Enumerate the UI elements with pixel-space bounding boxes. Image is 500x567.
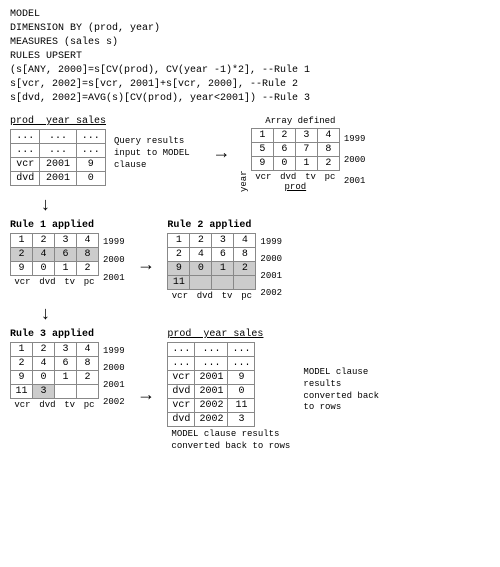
rule2-with-labels: 1234 2468 9012 11 vcrdvdtvpc 1999 2000 2… bbox=[167, 233, 282, 301]
table-row: 5678 bbox=[251, 143, 339, 157]
final-table-note: MODEL clause results converted back to r… bbox=[171, 429, 291, 452]
arrow-down-1: ↓ bbox=[40, 196, 51, 216]
table-row: dvd20023 bbox=[168, 413, 255, 427]
code-line4: RULES UPSERT bbox=[10, 50, 490, 64]
arrow-right-2: → bbox=[141, 256, 152, 276]
arrow-down-2: ↓ bbox=[40, 305, 51, 325]
rule3-col-labels: vcrdvdtvpc bbox=[10, 400, 99, 410]
code-line1: MODEL bbox=[10, 8, 490, 22]
final-table-section: prod year sales ......... ......... vcr2… bbox=[167, 329, 291, 452]
table-row: 9012 bbox=[11, 262, 99, 276]
code-line7: s[dvd, 2002]=AVG(s)[CV(prod), year<2001]… bbox=[10, 92, 490, 106]
rule3-table: 1234 2468 9012 113 bbox=[10, 342, 99, 399]
final-table: ......... ......... vcr20019 dvd20010 vc… bbox=[167, 342, 255, 427]
rule1-grid-container: 1234 2468 9012 vcrdvdtvpc bbox=[10, 233, 99, 287]
row3: Rule 3 applied 1234 2468 9012 113 vcrdvd… bbox=[10, 329, 490, 452]
array-defined-table: 1234 5678 9012 bbox=[251, 128, 340, 171]
main-layout: MODEL DIMENSION BY (prod, year) MEASURES… bbox=[10, 8, 490, 452]
rule1-col-labels: vcrdvdtvpc bbox=[10, 277, 99, 287]
array-grid-container: 1234 5678 9012 vcrdvdtvpc prod bbox=[251, 128, 340, 192]
table-row: 1234 bbox=[11, 343, 99, 357]
array-year-labels: 1999 2000 2001 bbox=[342, 128, 366, 192]
arrow-down-2-container: ↓ bbox=[40, 305, 490, 325]
code-block: MODEL DIMENSION BY (prod, year) MEASURES… bbox=[10, 8, 490, 106]
year-axis-label: year bbox=[239, 128, 249, 192]
table-row: 11 bbox=[168, 276, 256, 290]
table-row: 2468 bbox=[168, 248, 256, 262]
model-clause-note: MODEL clause results converted back to r… bbox=[303, 367, 388, 414]
input-table: ......... ......... vcr20019 dvd20010 bbox=[10, 129, 106, 186]
table-row: dvd20010 bbox=[11, 172, 106, 186]
arrow-down-1-container: ↓ bbox=[40, 196, 490, 216]
array-defined-section: Array defined year 1234 5678 9012 vcrdvd… bbox=[239, 116, 366, 192]
rule3-grid-container: 1234 2468 9012 113 vcrdvdtvpc bbox=[10, 342, 99, 410]
table-row: 1234 bbox=[168, 234, 256, 248]
arrow-right-1: → bbox=[216, 144, 227, 164]
table-row: ......... bbox=[11, 130, 106, 144]
input-section: prod year sales ......... ......... vcr2… bbox=[10, 116, 106, 186]
code-line3: MEASURES (sales s) bbox=[10, 36, 490, 50]
array-defined-label: Array defined bbox=[239, 116, 366, 126]
table-row: 1234 bbox=[251, 129, 339, 143]
array-with-labels: year 1234 5678 9012 vcrdvdtvpc prod 1999… bbox=[239, 128, 366, 192]
array-col-labels: vcrdvdtvpc bbox=[251, 172, 340, 182]
rule1-label: Rule 1 applied bbox=[10, 220, 125, 231]
table-row: 1234 bbox=[11, 234, 99, 248]
rule2-table: 1234 2468 9012 11 bbox=[167, 233, 256, 290]
table-row: ......... bbox=[168, 343, 255, 357]
code-line2: DIMENSION BY (prod, year) bbox=[10, 22, 490, 36]
table-row: dvd20010 bbox=[168, 385, 255, 399]
rule2-grid-container: 1234 2468 9012 11 vcrdvdtvpc bbox=[167, 233, 256, 301]
input-table-header: prod year sales bbox=[10, 116, 106, 127]
table-row: ......... bbox=[168, 357, 255, 371]
arrow-right-3: → bbox=[141, 386, 152, 406]
table-row: 9012 bbox=[168, 262, 256, 276]
rule2-col-labels: vcrdvdtvpc bbox=[167, 291, 256, 301]
table-row: vcr20019 bbox=[11, 158, 106, 172]
query-note: Query results input to MODEL clause bbox=[114, 136, 204, 171]
table-row: 2468 bbox=[11, 357, 99, 371]
rule1-year-labels: 1999 2000 2001 bbox=[101, 233, 125, 287]
table-row: vcr20019 bbox=[168, 371, 255, 385]
rule2-section: Rule 2 applied 1234 2468 9012 11 vcrdvdt… bbox=[167, 220, 282, 301]
rule2-label: Rule 2 applied bbox=[167, 220, 282, 231]
rule2-year-labels: 1999 2000 2001 2002 bbox=[258, 233, 282, 301]
code-line6: s[vcr, 2002]=s[vcr, 2001]+s[vcr, 2000], … bbox=[10, 78, 490, 92]
row1: prod year sales ......... ......... vcr2… bbox=[10, 116, 490, 192]
rule1-table: 1234 2468 9012 bbox=[10, 233, 99, 276]
table-row: ......... bbox=[11, 144, 106, 158]
final-table-header: prod year sales bbox=[167, 329, 291, 340]
table-row: 113 bbox=[11, 385, 99, 399]
rule3-year-labels: 1999 2000 2001 2002 bbox=[101, 342, 125, 410]
table-row: 9012 bbox=[11, 371, 99, 385]
rule1-section: Rule 1 applied 1234 2468 9012 vcrdvdtvpc… bbox=[10, 220, 125, 287]
code-line5: (s[ANY, 2000]=s[CV(prod), CV(year -1)*2]… bbox=[10, 64, 490, 78]
rule1-with-labels: 1234 2468 9012 vcrdvdtvpc 1999 2000 2001 bbox=[10, 233, 125, 287]
rule3-label: Rule 3 applied bbox=[10, 329, 125, 340]
table-row: 9012 bbox=[251, 157, 339, 171]
table-row: vcr200211 bbox=[168, 399, 255, 413]
rule3-section: Rule 3 applied 1234 2468 9012 113 vcrdvd… bbox=[10, 329, 125, 410]
prod-axis-label: prod bbox=[251, 182, 340, 192]
row2: Rule 1 applied 1234 2468 9012 vcrdvdtvpc… bbox=[10, 220, 490, 301]
table-row: 2468 bbox=[11, 248, 99, 262]
rule3-with-labels: 1234 2468 9012 113 vcrdvdtvpc 1999 2000 … bbox=[10, 342, 125, 410]
